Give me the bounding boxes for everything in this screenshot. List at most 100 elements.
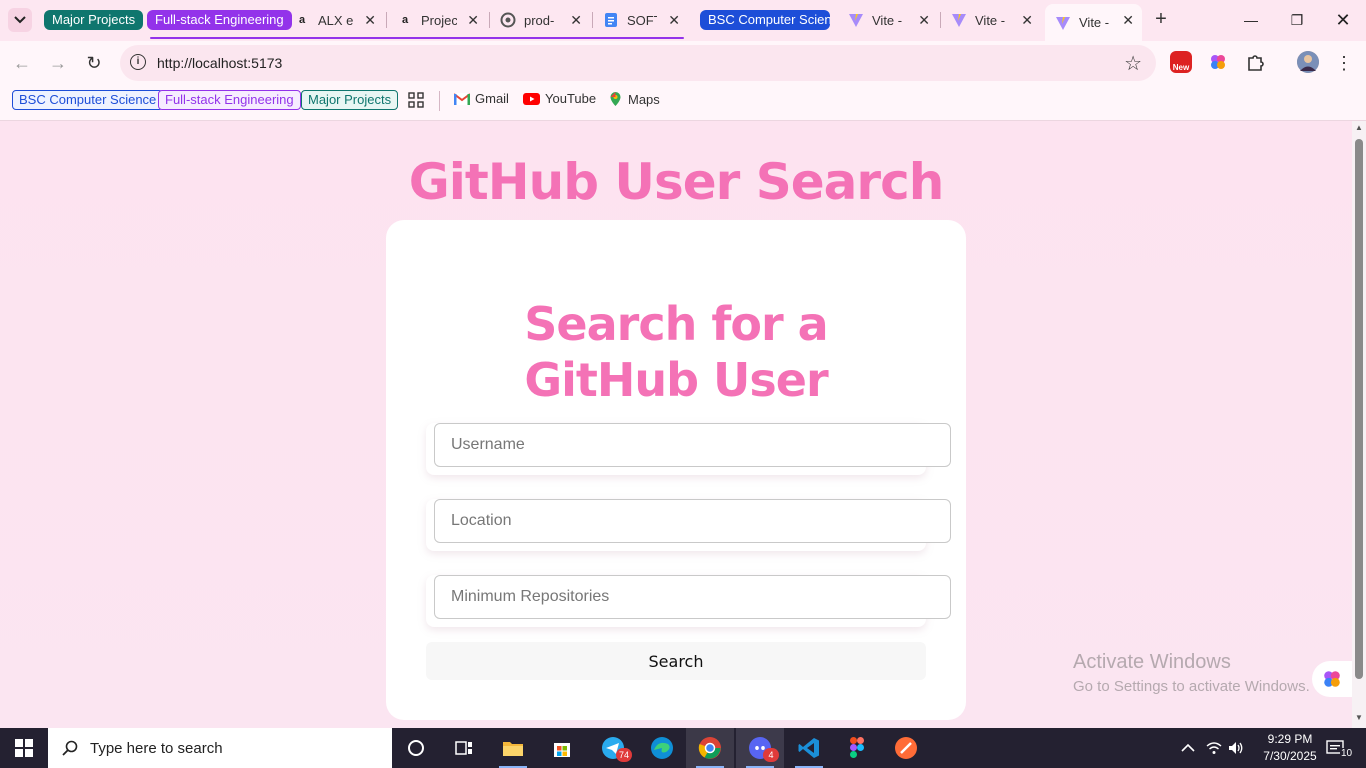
bookmark-label: Gmail	[475, 91, 509, 106]
tab-title: Projec	[421, 12, 457, 28]
discord-icon[interactable]: 4	[736, 728, 784, 768]
alx-icon: a	[401, 14, 409, 26]
openai-icon	[500, 12, 516, 28]
scroll-down-arrow[interactable]: ▼	[1354, 713, 1364, 722]
figma-icon[interactable]	[833, 728, 881, 768]
tab-vite-active[interactable]: Vite - ✕	[1045, 4, 1142, 41]
system-clock[interactable]: 9:29 PM 7/30/2025	[1255, 731, 1325, 765]
tab-project[interactable]: a Projec ✕	[387, 6, 487, 34]
bookmark-star-icon[interactable]: ☆	[1124, 51, 1142, 76]
watermark-subtitle: Go to Settings to activate Windows.	[1073, 678, 1310, 695]
search-icon	[62, 740, 78, 756]
bookmark-group-fullstack[interactable]: Full-stack Engineering	[158, 90, 301, 110]
browser-menu-icon[interactable]: ⋮	[1332, 51, 1356, 75]
close-window-button[interactable]: ✕	[1329, 8, 1357, 32]
url-text[interactable]: http://localhost:5173	[157, 55, 282, 71]
back-button[interactable]: ←	[10, 51, 34, 75]
vite-icon	[848, 12, 864, 28]
bookmark-youtube[interactable]: YouTube	[523, 91, 596, 106]
tab-title: prod-	[524, 12, 555, 28]
tab-search-button[interactable]	[8, 8, 32, 32]
card-heading-line-2: GitHub User	[524, 353, 828, 407]
scroll-up-arrow[interactable]: ▲	[1354, 123, 1364, 132]
location-input[interactable]	[434, 499, 951, 543]
page-scrollbar[interactable]: ▲ ▼	[1352, 121, 1366, 728]
extension-new-icon[interactable]: New	[1170, 51, 1192, 73]
tab-soft[interactable]: SOFT ✕	[593, 6, 688, 34]
scroll-thumb[interactable]	[1355, 139, 1363, 679]
close-icon[interactable]: ✕	[1021, 12, 1033, 29]
forward-button[interactable]: →	[46, 51, 70, 75]
tab-group-major-projects[interactable]: Major Projects	[44, 10, 144, 30]
search-card: Search for a GitHub User Search	[386, 220, 966, 720]
card-heading-line-1: Search for a	[524, 297, 828, 351]
bookmarks-bar: BSC Computer Science Full-stack Engineer…	[0, 85, 1366, 121]
close-icon[interactable]: ✕	[364, 12, 376, 29]
restore-button[interactable]: ❐	[1283, 8, 1311, 32]
tab-group-fullstack[interactable]: Full-stack Engineering	[147, 10, 292, 30]
close-icon[interactable]: ✕	[918, 12, 930, 29]
postman-icon[interactable]	[882, 728, 930, 768]
file-explorer-icon[interactable]	[489, 728, 537, 768]
notification-center-icon[interactable]: 10	[1326, 728, 1354, 768]
ai-extension-icon[interactable]	[1207, 51, 1229, 73]
start-button[interactable]	[0, 728, 48, 768]
page-title: GitHub User Search	[408, 153, 945, 211]
new-tab-button[interactable]: +	[1150, 8, 1172, 30]
reload-button[interactable]: ↻	[82, 51, 106, 75]
clock-time: 9:29 PM	[1267, 732, 1313, 746]
tab-title: Vite -	[872, 12, 903, 28]
bookmark-group-bsc[interactable]: BSC Computer Science	[12, 90, 164, 110]
location-field-wrapper	[426, 499, 951, 551]
telegram-icon[interactable]: 74	[589, 728, 637, 768]
search-button[interactable]: Search	[426, 642, 926, 680]
tray-chevron-icon[interactable]	[1181, 728, 1195, 768]
bookmark-group-major[interactable]: Major Projects	[301, 90, 399, 110]
windows-taskbar: Type here to search 74 4 9:29 PM 7/30/20…	[0, 728, 1366, 768]
bookmark-gmail[interactable]: Gmail	[454, 91, 509, 106]
tab-vite-2[interactable]: Vite - ✕	[941, 6, 1041, 34]
site-info-icon[interactable]: i	[130, 54, 146, 70]
bookmark-divider	[439, 91, 440, 111]
extensions-puzzle-icon[interactable]	[1244, 51, 1266, 73]
page-viewport: GitHub User Search Search for a GitHub U…	[0, 121, 1352, 728]
min-repos-input[interactable]	[434, 575, 951, 619]
task-view-icon[interactable]	[440, 728, 488, 768]
network-icon[interactable]	[1206, 728, 1222, 768]
microsoft-store-icon[interactable]	[538, 728, 586, 768]
minimize-button[interactable]: —	[1237, 8, 1265, 32]
telegram-badge: 74	[616, 748, 632, 762]
vscode-icon[interactable]	[785, 728, 833, 768]
tab-title: SOFT	[627, 12, 657, 28]
floating-ai-extension-icon[interactable]	[1312, 661, 1352, 697]
tab-title: ALX e	[318, 12, 354, 28]
bookmark-maps[interactable]: Maps	[608, 91, 660, 107]
tab-group-bsc[interactable]: BSC Computer Science	[700, 10, 830, 30]
close-icon[interactable]: ✕	[467, 12, 479, 29]
close-icon[interactable]: ✕	[1122, 12, 1134, 29]
chrome-icon[interactable]	[686, 728, 734, 768]
youtube-icon	[523, 92, 540, 105]
vite-icon	[1055, 15, 1071, 31]
volume-icon[interactable]	[1228, 728, 1244, 768]
close-icon[interactable]: ✕	[668, 12, 680, 29]
watermark-title: Activate Windows	[1073, 651, 1231, 673]
close-icon[interactable]: ✕	[570, 12, 582, 29]
tab-prod[interactable]: prod- ✕	[490, 6, 590, 34]
apps-grid-icon[interactable]	[408, 92, 424, 108]
gmail-icon	[454, 92, 470, 105]
browser-toolbar: ← → ↻ i http://localhost:5173 ☆ New ⋮	[0, 41, 1366, 85]
tab-alx[interactable]: a ALX e ✕	[284, 6, 384, 34]
tab-group-underline	[150, 37, 684, 39]
taskbar-search-box[interactable]: Type here to search	[48, 728, 392, 768]
tab-title: Vite -	[975, 12, 1006, 28]
tab-vite-1[interactable]: Vite - ✕	[838, 6, 938, 34]
address-bar[interactable]: i http://localhost:5173 ☆	[120, 45, 1156, 81]
profile-avatar[interactable]	[1297, 51, 1319, 73]
discord-badge: 4	[763, 748, 779, 762]
username-input[interactable]	[434, 423, 951, 467]
edge-icon[interactable]	[638, 728, 686, 768]
cortana-icon[interactable]	[392, 728, 440, 768]
alx-icon: a	[298, 14, 306, 26]
notification-count: 10	[1340, 747, 1354, 759]
